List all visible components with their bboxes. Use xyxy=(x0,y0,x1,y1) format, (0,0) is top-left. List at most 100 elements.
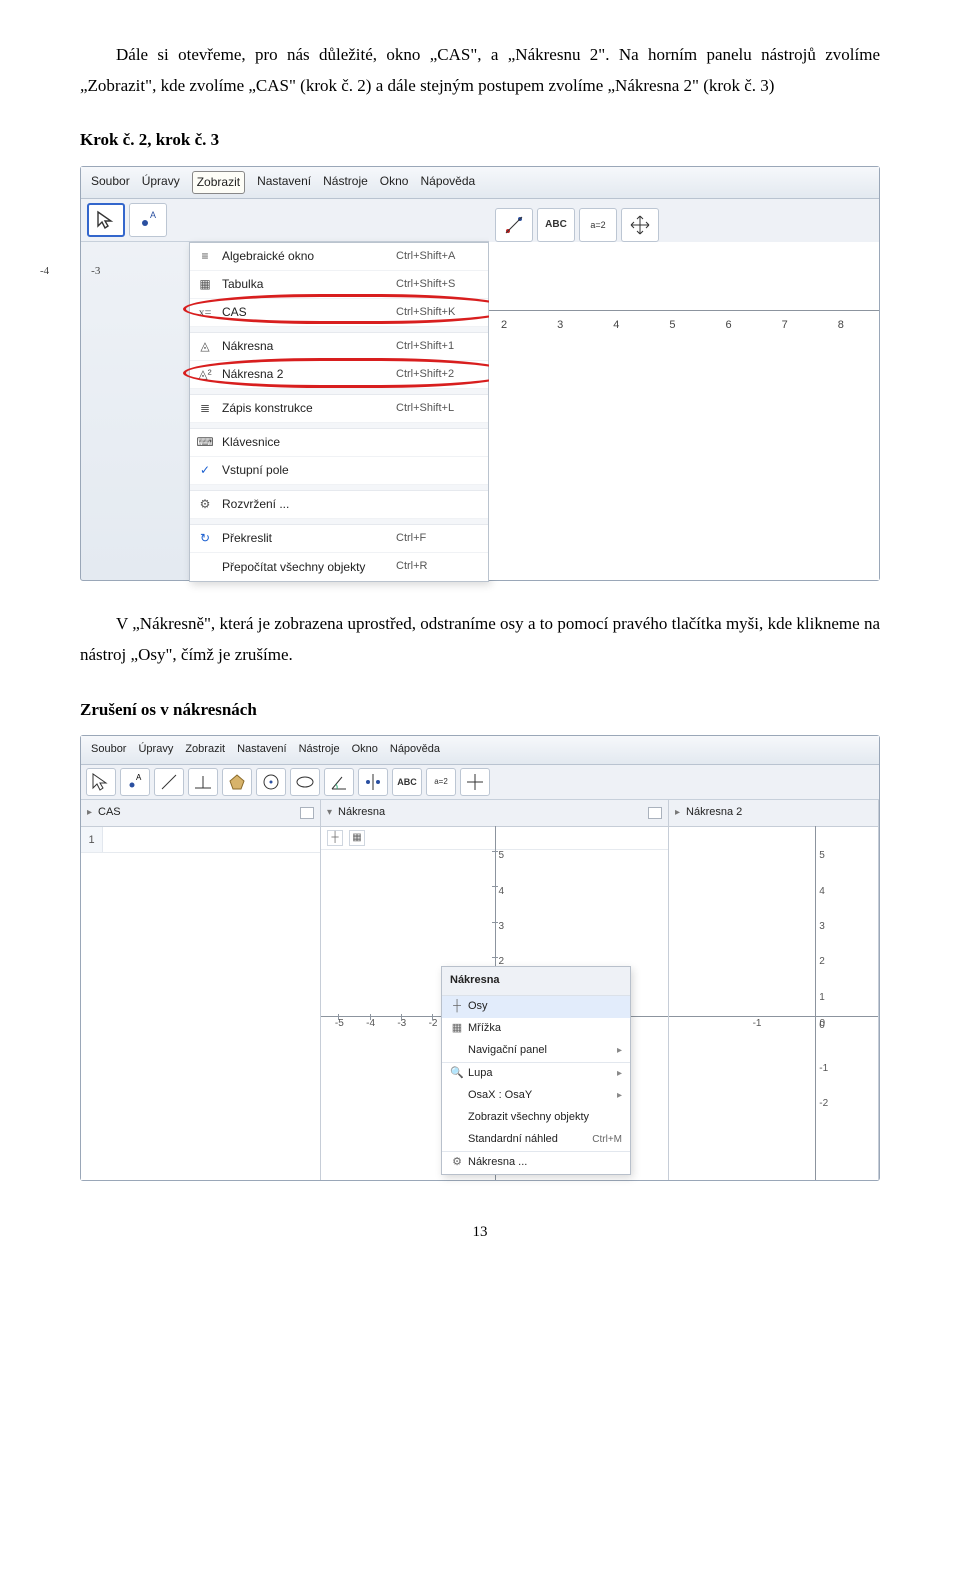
plot-area-1[interactable]: 5 4 3 2 1 0 -1 -2 -5 -4 -3 -2 -1 0 1 xyxy=(321,826,668,1180)
tool-move[interactable] xyxy=(87,203,125,237)
axis-tick: -3 xyxy=(91,262,100,282)
tool-move-view[interactable] xyxy=(460,768,490,796)
menu-zobrazit[interactable]: Zobrazit xyxy=(192,171,245,195)
menu-item-label: CAS xyxy=(220,302,396,324)
tool-point[interactable]: A xyxy=(120,768,150,796)
ytick: 3 xyxy=(819,921,825,932)
menu-item-shortcut: Ctrl+Shift+1 xyxy=(396,337,488,357)
chevron-down-icon[interactable]: ▾ xyxy=(327,804,332,822)
menu-item-vstupni[interactable]: ✓ Vstupní pole xyxy=(190,457,488,485)
tool-perp[interactable] xyxy=(188,768,218,796)
ctx-shortcut: Ctrl+M xyxy=(592,1131,626,1149)
axis-tick: 2 xyxy=(501,316,507,336)
menu-item-prepocitat[interactable]: Přepočítat všechny objekty Ctrl+R xyxy=(190,553,488,581)
axis-tick: 5 xyxy=(669,316,675,336)
tool-slider[interactable]: a=2 xyxy=(579,208,617,242)
svg-text:A: A xyxy=(150,210,156,220)
menu-item-shortcut: Ctrl+R xyxy=(396,557,488,577)
menu-item-shortcut: Ctrl+Shift+K xyxy=(396,303,488,323)
axis-tick: 6 xyxy=(726,316,732,336)
menu-item-algebra[interactable]: ≡ Algebraické okno Ctrl+Shift+A xyxy=(190,243,488,271)
tool-abc[interactable]: ABC xyxy=(537,208,575,242)
tool-line[interactable] xyxy=(154,768,184,796)
tool-circle[interactable] xyxy=(256,768,286,796)
ctx-item-lupa[interactable]: 🔍 Lupa ▸ xyxy=(442,1063,630,1085)
tool-text[interactable]: ABC xyxy=(392,768,422,796)
a2-label: a=2 xyxy=(434,775,448,789)
tool-line[interactable] xyxy=(495,208,533,242)
chevron-right-icon[interactable]: ▸ xyxy=(87,804,92,822)
tool-angle[interactable] xyxy=(324,768,354,796)
menu-item-cas[interactable]: x= CAS Ctrl+Shift+K xyxy=(190,299,488,327)
abc-label: ABC xyxy=(397,774,417,790)
menu-soubor[interactable]: Soubor xyxy=(91,171,130,195)
panel-nakresna: ▾Nákresna ┼ ▦ 5 4 3 2 1 0 -1 -2 xyxy=(321,800,669,1180)
menu-upravy[interactable]: Úpravy xyxy=(142,171,180,195)
tool-move-view[interactable] xyxy=(621,208,659,242)
menu-nastroje[interactable]: Nástroje xyxy=(323,171,368,195)
menu-item-label: Přepočítat všechny objekty xyxy=(220,557,396,579)
menu-okno[interactable]: Okno xyxy=(380,171,409,195)
menu-item-label: Nákresna xyxy=(220,336,396,358)
xtick: -1 xyxy=(753,1018,762,1029)
menu-item-nakresna[interactable]: ◬ Nákresna Ctrl+Shift+1 xyxy=(190,333,488,361)
menu-zobrazit[interactable]: Zobrazit xyxy=(185,740,225,760)
menu-nastaveni[interactable]: Nastavení xyxy=(257,171,311,195)
plot-area-2[interactable]: 5 4 3 2 1 0 -1 -2 -1 0 xyxy=(669,826,878,1180)
panel-title: Nákresna xyxy=(338,803,385,823)
axis-tick: 4 xyxy=(613,316,619,336)
ctx-item-osy[interactable]: ┼ Osy xyxy=(442,996,630,1018)
ytick: 3 xyxy=(499,921,505,932)
ctx-label: Osy xyxy=(468,997,626,1017)
tool-conic[interactable] xyxy=(290,768,320,796)
menu-upravy[interactable]: Úpravy xyxy=(138,740,173,760)
menu-item-tabulka[interactable]: ▦ Tabulka Ctrl+Shift+S xyxy=(190,271,488,299)
ctx-label: Lupa xyxy=(468,1064,617,1084)
menu-item-prekreslit[interactable]: ↻ Překreslit Ctrl+F xyxy=(190,525,488,553)
pin-icon[interactable] xyxy=(300,807,314,819)
menu-item-klavesnice[interactable]: ⌨ Klávesnice xyxy=(190,429,488,457)
context-menu: Nákresna ┼ Osy ▦ Mřížka Navigační panel xyxy=(441,966,631,1175)
ytick: 4 xyxy=(499,886,505,897)
tool-move[interactable] xyxy=(86,768,116,796)
intro-paragraph: Dále si otevřeme, pro nás důležité, okno… xyxy=(80,40,880,101)
menu-nastroje[interactable]: Nástroje xyxy=(299,740,340,760)
ctx-item-nakresna[interactable]: ⚙ Nákresna ... xyxy=(442,1152,630,1174)
menu-item-label: Překreslit xyxy=(220,528,396,550)
lines-icon: ≣ xyxy=(190,398,220,420)
ctx-item-zobrazit-vse[interactable]: Zobrazit všechny objekty xyxy=(442,1107,630,1129)
context-menu-title: Nákresna xyxy=(442,967,630,996)
menu-napoveda[interactable]: Nápověda xyxy=(420,171,475,195)
tool-reflect[interactable] xyxy=(358,768,388,796)
menubar-2: Soubor Úpravy Zobrazit Nastavení Nástroj… xyxy=(81,736,879,765)
grid-icon: ▦ xyxy=(446,1019,468,1039)
menu-item-label: Tabulka xyxy=(220,274,396,296)
pin-icon[interactable] xyxy=(648,807,662,819)
tool-polygon[interactable] xyxy=(222,768,252,796)
ytick: 1 xyxy=(819,992,825,1003)
ctx-item-osaxosay[interactable]: OsaX : OsaY ▸ xyxy=(442,1085,630,1107)
menu-napoveda[interactable]: Nápověda xyxy=(390,740,440,760)
axes-icon: ┼ xyxy=(446,997,468,1017)
tool-slider[interactable]: a=2 xyxy=(426,768,456,796)
menubar: Soubor Úpravy Zobrazit Nastavení Nástroj… xyxy=(81,167,879,200)
ytick: -1 xyxy=(819,1063,828,1074)
chevron-right-icon[interactable]: ▸ xyxy=(675,804,680,822)
menu-item-nakresna2[interactable]: ◬² Nákresna 2 Ctrl+Shift+2 xyxy=(190,361,488,389)
ctx-label: Nákresna ... xyxy=(468,1153,626,1173)
menu-item-label: Klávesnice xyxy=(220,432,396,454)
panel-title: CAS xyxy=(98,803,121,823)
menu-soubor[interactable]: Soubor xyxy=(91,740,126,760)
zobrazit-dropdown: ≡ Algebraické okno Ctrl+Shift+A ▦ Tabulk… xyxy=(189,242,489,582)
menu-item-rozvrzeni[interactable]: ⚙ Rozvržení ... xyxy=(190,491,488,519)
ctx-item-navpanel[interactable]: Navigační panel ▸ xyxy=(442,1040,630,1062)
menu-okno[interactable]: Okno xyxy=(352,740,378,760)
menu-item-zapis[interactable]: ≣ Zápis konstrukce Ctrl+Shift+L xyxy=(190,395,488,423)
tool-point[interactable]: A xyxy=(129,203,167,237)
menu-nastaveni[interactable]: Nastavení xyxy=(237,740,287,760)
menu-item-label: Rozvržení ... xyxy=(220,494,396,516)
magnifier-icon: 🔍 xyxy=(446,1064,468,1084)
panel-cas: ▸CAS 1 xyxy=(81,800,321,1180)
ctx-item-standardni[interactable]: Standardní náhled Ctrl+M xyxy=(442,1129,630,1151)
ctx-item-mrizka[interactable]: ▦ Mřížka xyxy=(442,1018,630,1040)
